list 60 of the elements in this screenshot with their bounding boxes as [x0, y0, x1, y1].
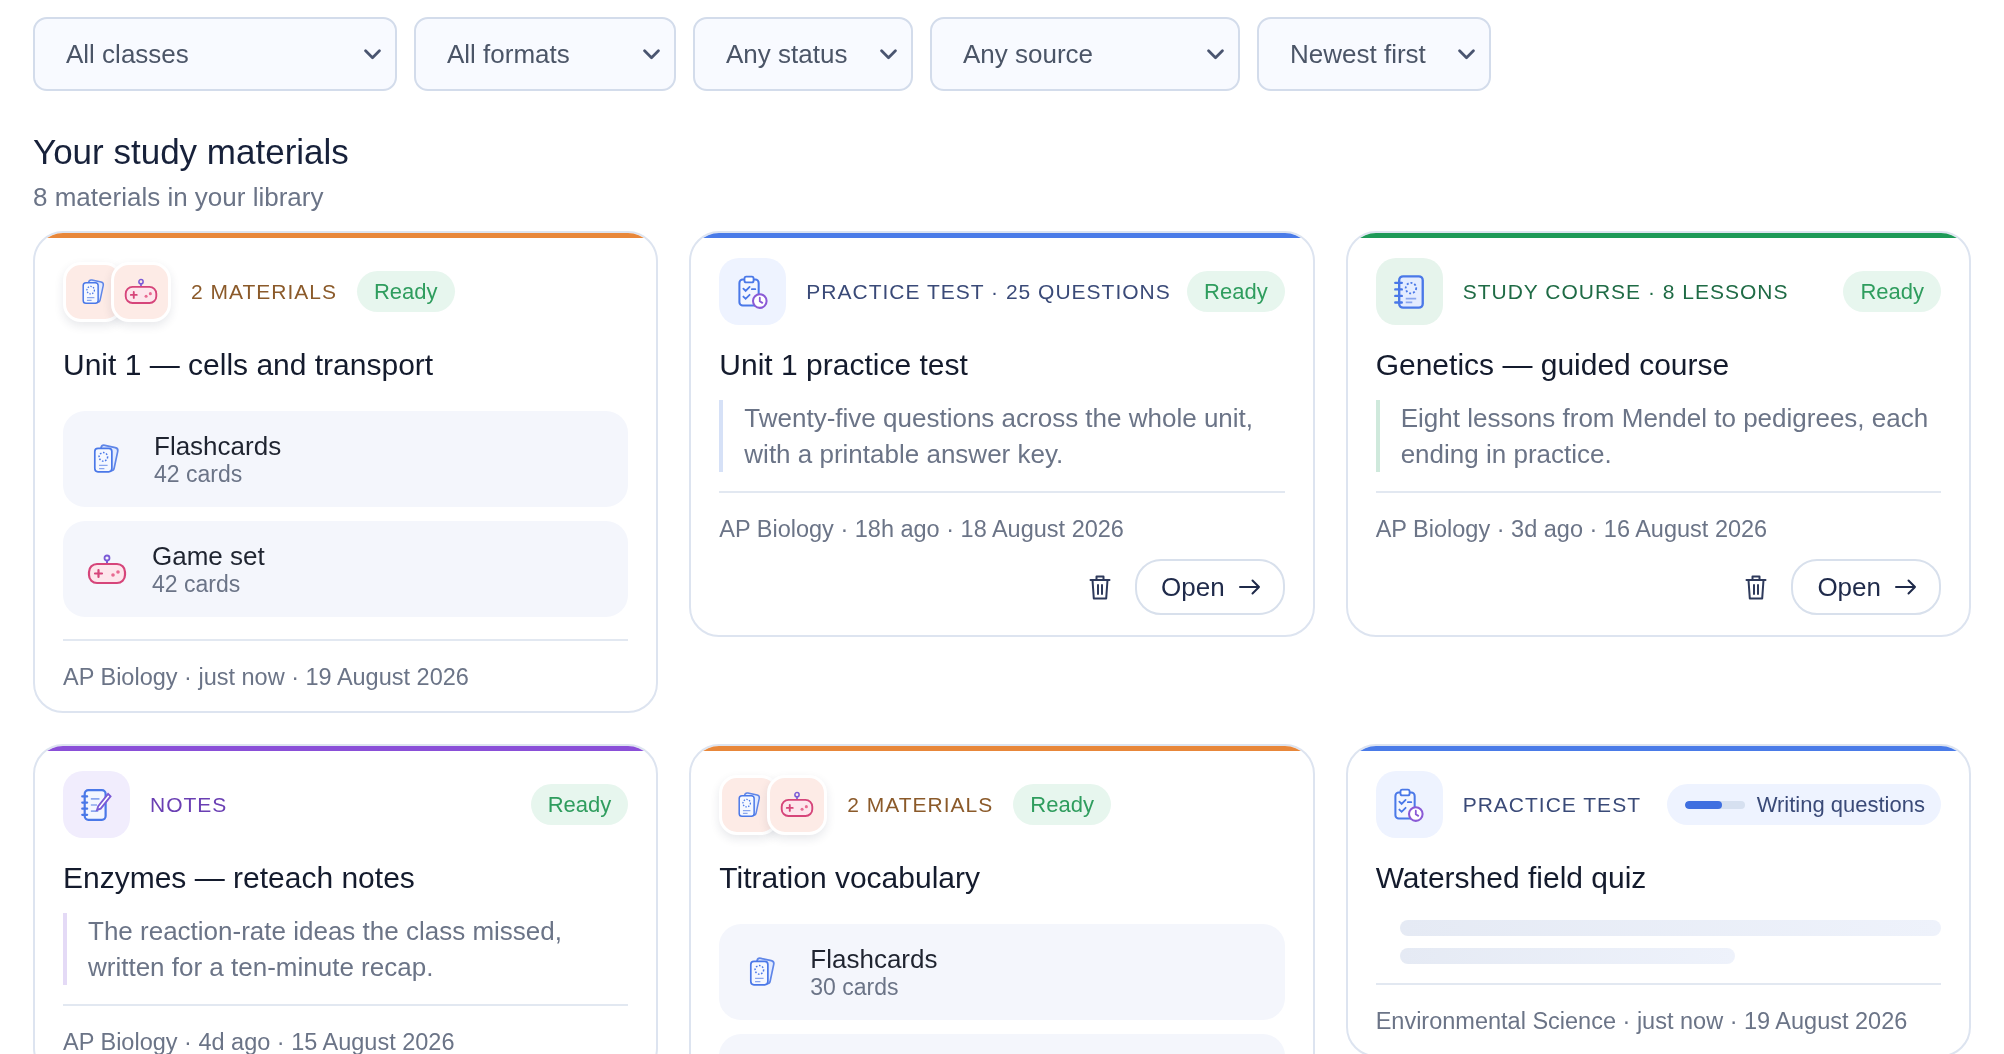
- flashcards-icon: [747, 956, 778, 988]
- chevron-down-icon: [880, 48, 897, 60]
- gamepad-icon: [87, 553, 127, 585]
- status-label: Writing questions: [1756, 791, 1925, 818]
- type-label: PRACTICE TEST · 25 QUESTIONS: [806, 279, 1171, 304]
- filter-select[interactable]: Newest first: [1257, 17, 1491, 91]
- card-meta: AP Biology · 3d ago · 16 August 2026: [1375, 515, 1769, 543]
- status-badge: Ready: [1013, 784, 1111, 825]
- status-badge: Ready: [1843, 271, 1941, 312]
- material-row[interactable]: Game set 42 cards: [63, 521, 629, 617]
- material-row[interactable]: Flashcards 30 cards: [719, 924, 1285, 1020]
- material-count: 42 cards: [154, 461, 244, 487]
- card-title: Unit 1 — cells and transport: [63, 347, 435, 383]
- card-title: Genetics — guided course: [1375, 347, 1731, 383]
- filter-select[interactable]: All formats: [414, 17, 676, 91]
- type-label: STUDY COURSE · 8 LESSONS: [1462, 279, 1789, 304]
- filter-select[interactable]: Any status: [693, 17, 913, 91]
- filter-select[interactable]: All classes: [33, 17, 397, 91]
- material-title: Game set: [152, 541, 265, 571]
- material-title: Flashcards: [154, 431, 282, 461]
- chevron-down-icon: [1207, 48, 1224, 60]
- page-title: Your study materials: [33, 131, 350, 173]
- card-description: Twenty-five questions across the whole unit, with a printable answer key.: [719, 400, 1285, 472]
- clipboard-clock-icon: [719, 258, 787, 325]
- card-description: Eight lessons from Mendel to pedigrees, each ending in practice.: [1375, 400, 1941, 472]
- card-title: Enzymes — reteach notes: [63, 860, 416, 896]
- notebook-icon: [1375, 258, 1443, 325]
- trash-icon: [1089, 573, 1112, 601]
- open-button[interactable]: Open: [1791, 559, 1941, 615]
- arrow-right-icon: [1895, 579, 1917, 595]
- status-badge: Ready: [530, 784, 629, 825]
- trash-icon: [1745, 573, 1768, 601]
- clipboard-clock-icon: [1375, 771, 1443, 838]
- arrow-right-icon: [1238, 579, 1261, 595]
- card-title: Unit 1 practice test: [719, 347, 969, 383]
- material-count: 42 cards: [152, 571, 242, 597]
- card-meta: Environmental Science · just now · 19 August 2026: [1375, 1007, 1909, 1035]
- material-count: 30 cards: [810, 974, 900, 1000]
- type-label: NOTES: [150, 792, 228, 817]
- material-title: Flashcards: [810, 944, 938, 974]
- notebook-pencil-icon: [63, 771, 130, 838]
- card-title: Titration vocabulary: [719, 860, 981, 896]
- chevron-down-icon: [364, 48, 381, 60]
- material-row[interactable]: Flashcards 42 cards: [63, 411, 629, 507]
- open-button[interactable]: Open: [1135, 559, 1285, 615]
- type-label: 2 MATERIALS: [191, 279, 337, 304]
- card-meta: AP Biology · just now · 19 August 2026: [63, 663, 470, 691]
- card-meta: AP Biology · 4d ago · 15 August 2026: [63, 1028, 456, 1054]
- type-label: 2 MATERIALS: [847, 792, 994, 817]
- card-title: Watershed field quiz: [1375, 860, 1648, 896]
- page-subtitle: 8 materials in your library: [33, 181, 325, 213]
- chevron-down-icon: [1458, 48, 1475, 60]
- status-badge: Ready: [1187, 271, 1285, 312]
- status-badge: Ready: [357, 271, 455, 312]
- type-label: PRACTICE TEST: [1462, 792, 1641, 817]
- card-description: The reaction-rate ideas the class missed, written for a ten-minute recap.: [63, 913, 629, 985]
- chevron-down-icon: [643, 48, 660, 60]
- filter-select[interactable]: Any source: [930, 17, 1240, 91]
- flashcards-icon: [91, 443, 121, 475]
- card-meta: AP Biology · 18h ago · 18 August 2026: [719, 515, 1125, 543]
